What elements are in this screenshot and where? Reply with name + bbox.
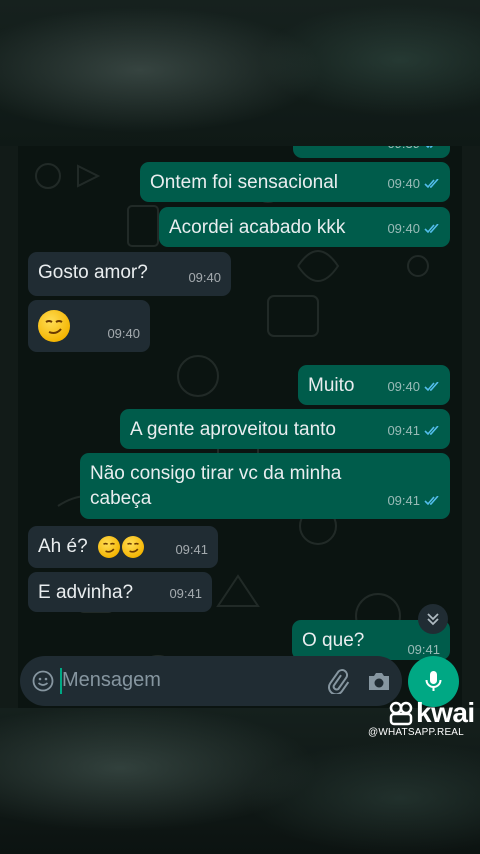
message-meta: 09:40 xyxy=(188,265,221,290)
message-text: Ah é? xyxy=(38,536,88,557)
message-text-line1: Não consigo tirar vc da minha xyxy=(90,463,342,484)
kwai-handle: @WHATSAPP.REAL xyxy=(368,727,464,738)
message-bubble-outgoing[interactable]: Ontem foi sensacional 09:40 xyxy=(140,162,450,202)
message-text: Gosto amor? xyxy=(38,262,148,283)
kwai-watermark: kwai xyxy=(388,697,475,729)
blurred-background-left xyxy=(0,146,18,708)
message-meta: 09:40 xyxy=(107,321,140,346)
read-ticks-icon xyxy=(424,425,439,435)
smirking-face-emoji-icon xyxy=(122,536,144,558)
read-ticks-icon xyxy=(424,223,439,233)
message-bubble-outgoing[interactable]: Não consigo tirar vc da minha cabeça 09:… xyxy=(80,453,450,519)
camera-icon[interactable] xyxy=(366,669,392,693)
message-bubble-outgoing[interactable]: Muito 09:40 xyxy=(298,365,450,405)
message-meta: 09:41 xyxy=(175,537,208,562)
message-input[interactable]: Mensagem xyxy=(62,669,161,692)
message-time: 09:41 xyxy=(387,423,420,438)
message-text: Acordei acabado kkk xyxy=(169,217,346,238)
message-time: 09:41 xyxy=(169,586,202,601)
smirking-face-emoji-icon xyxy=(38,310,70,342)
emoji-icon[interactable] xyxy=(32,670,54,692)
message-time: 09:40 xyxy=(188,270,221,285)
message-time: 09:40 xyxy=(387,176,420,191)
kwai-logo-icon xyxy=(389,701,413,726)
message-bubble-outgoing[interactable]: A gente aproveitou tanto 09:41 xyxy=(120,409,450,449)
message-bubble-outgoing[interactable]: Acordei acabado kkk 09:40 xyxy=(159,207,450,247)
message-meta: 09:41 xyxy=(387,418,440,443)
kwai-brand-text: kwai xyxy=(416,697,475,728)
message-bubble-incoming[interactable]: Gosto amor? 09:40 xyxy=(28,252,231,296)
smirking-face-emoji-icon xyxy=(98,536,120,558)
message-meta: 09:40 xyxy=(387,216,440,241)
microphone-icon xyxy=(425,671,442,691)
read-ticks-icon xyxy=(424,178,439,188)
message-text: Ontem foi sensacional xyxy=(150,172,338,193)
message-time: 09:40 xyxy=(107,326,140,341)
message-bubble-incoming-emoji[interactable]: 09:40 xyxy=(28,300,150,352)
message-time: 09:41 xyxy=(175,542,208,557)
message-bubble-incoming[interactable]: Ah é? 09:41 xyxy=(28,526,218,568)
message-bubble-incoming[interactable]: E advinha? 09:41 xyxy=(28,572,212,612)
message-time: 09:40 xyxy=(387,221,420,236)
message-meta: 09:40 xyxy=(387,374,440,399)
message-meta: 09:41 xyxy=(387,488,440,513)
read-ticks-icon xyxy=(424,495,439,505)
message-input-bar[interactable]: Mensagem xyxy=(20,656,402,706)
message-text: A gente aproveitou tanto xyxy=(130,419,336,440)
message-time: 09:41 xyxy=(387,493,420,508)
message-bubble-outgoing-partial[interactable]: 09:39 xyxy=(293,146,450,158)
message-time: 09:39 xyxy=(387,146,420,156)
message-text: Muito xyxy=(308,375,355,396)
blurred-background-right xyxy=(462,146,480,708)
message-meta: 09:40 xyxy=(387,171,440,196)
message-meta: 09:39 xyxy=(387,146,440,156)
scroll-to-bottom-button[interactable] xyxy=(418,604,448,634)
read-ticks-icon xyxy=(426,146,433,148)
message-text: E advinha? xyxy=(38,582,134,603)
chevron-double-down-icon xyxy=(427,613,439,626)
message-text: O que? xyxy=(302,630,365,651)
message-meta: 09:41 xyxy=(169,581,202,606)
paperclip-icon[interactable] xyxy=(324,668,350,694)
message-time: 09:40 xyxy=(387,379,420,394)
blurred-background-top xyxy=(0,0,480,146)
message-text-line2: cabeça xyxy=(90,488,152,509)
read-ticks-icon xyxy=(424,381,439,391)
chat-area[interactable]: 09:39 Ontem foi sensacional 09:40 Acorde… xyxy=(18,146,462,708)
